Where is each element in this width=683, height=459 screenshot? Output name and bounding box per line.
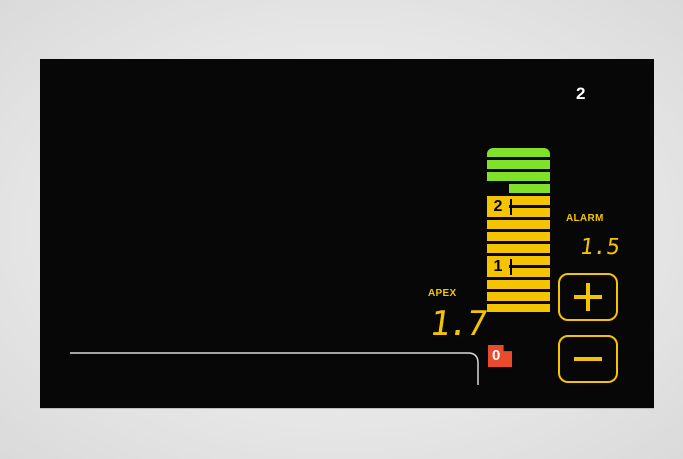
meter-segment-green-3 — [487, 172, 550, 181]
meter-marker-2: 2 — [487, 196, 509, 217]
decrease-button[interactable] — [558, 335, 618, 383]
meter-segment-yellow-8 — [487, 280, 550, 289]
top-number: 2 — [576, 84, 586, 103]
increase-button[interactable] — [558, 273, 618, 321]
meter-segment-yellow-1 — [509, 196, 550, 205]
meter-segment-green-2 — [487, 160, 550, 169]
minus-icon — [574, 357, 602, 361]
meter-segment-yellow-7 — [509, 268, 550, 277]
meter-segment-yellow-3 — [487, 220, 550, 229]
zero-badge: 0 — [488, 345, 512, 367]
meter-segment-yellow-5 — [487, 244, 550, 253]
display-screen: 2 2 1 ALARM 1.5 APEX 1.7 0 — [40, 59, 654, 408]
meter-segment-yellow-4 — [487, 232, 550, 241]
alarm-value: 1.5 — [578, 235, 622, 260]
meter-segment-green-1 — [487, 148, 550, 157]
alarm-label: ALARM — [566, 213, 604, 224]
apex-label: APEX — [428, 288, 457, 299]
marker-2-tab — [510, 199, 512, 215]
plus-icon — [574, 283, 602, 311]
meter-segment-green-4 — [509, 184, 550, 193]
apex-value: 1.7 — [427, 304, 489, 344]
meter-marker-1: 1 — [487, 256, 509, 277]
meter-segment-yellow-9 — [487, 292, 550, 301]
trace-line — [70, 352, 479, 385]
level-meter: 2 1 — [487, 148, 550, 312]
meter-segment-yellow-10 — [487, 304, 550, 312]
meter-segment-yellow-6 — [509, 256, 550, 265]
marker-1-tab — [510, 259, 512, 275]
